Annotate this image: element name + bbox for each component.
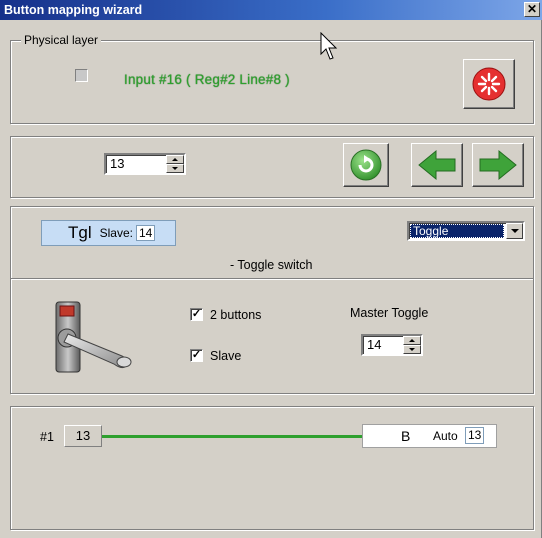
mouse-cursor-icon [320,32,338,60]
mapping-input-box[interactable]: 13 [64,425,102,447]
mapping-target-box[interactable]: B Auto 13 [362,424,497,448]
mode-dropdown[interactable]: Toggle [407,221,525,241]
two-buttons-checkbox[interactable]: ✓ [190,308,203,321]
master-toggle-spinner[interactable]: 14 [361,334,423,356]
auto-value: 13 [465,427,485,444]
auto-label: Auto [433,429,458,443]
slave-label: Slave: [99,226,133,240]
spinner-buttons [166,155,184,173]
red-flower-icon [472,67,506,101]
input-status-text: Input #16 ( Reg#2 Line#8 ) [124,72,290,87]
window-title: Button mapping wizard [4,3,143,17]
slave-checkbox[interactable]: ✓ [190,349,203,362]
left-arrow-icon [418,149,456,181]
title-bar[interactable]: Button mapping wizard ✕ [0,0,542,20]
mapping-input-value: 13 [75,428,91,443]
check-icon: ✓ [191,308,202,320]
red-action-button[interactable] [463,59,515,109]
button-number-spinner[interactable]: 13 [104,153,186,175]
toggle-mode-box[interactable]: Tgl Slave: 14 [41,220,176,246]
chevron-down-icon[interactable] [506,223,523,239]
two-buttons-label: 2 buttons [210,308,262,322]
toggle-switch-icon [55,301,132,373]
master-toggle-value: 14 [367,337,382,352]
spin-down-button[interactable] [403,345,421,354]
master-toggle-label: Master Toggle [350,306,429,320]
wizard-window: Button mapping wizard ✕ Physical layer I… [0,0,542,538]
right-arrow-icon [479,149,517,181]
slave-checkbox-label: Slave [210,349,242,363]
mode-description: - Toggle switch [230,258,313,272]
spinner-buttons [403,336,421,354]
mapping-target-letter: B [401,428,411,444]
close-icon: ✕ [526,2,538,16]
spin-up-button[interactable] [403,336,421,345]
spin-up-button[interactable] [166,155,184,164]
mapping-index: #1 [40,430,54,444]
physical-layer-legend: Physical layer [21,33,102,47]
previous-button[interactable] [411,143,463,187]
refresh-button[interactable] [343,143,389,187]
slave-value: 14 [135,225,156,241]
mode-separator [11,278,533,280]
mapping-connection-line [102,435,363,438]
next-button[interactable] [472,143,524,187]
refresh-icon [350,149,382,181]
check-icon: ✓ [191,349,202,361]
spin-down-button[interactable] [166,164,184,173]
physical-layer-checkbox[interactable] [75,69,88,82]
spinner-value: 13 [110,156,125,171]
tgl-label: Tgl [68,223,92,242]
mode-dropdown-value: Toggle [410,224,504,238]
close-button[interactable]: ✕ [524,2,540,17]
